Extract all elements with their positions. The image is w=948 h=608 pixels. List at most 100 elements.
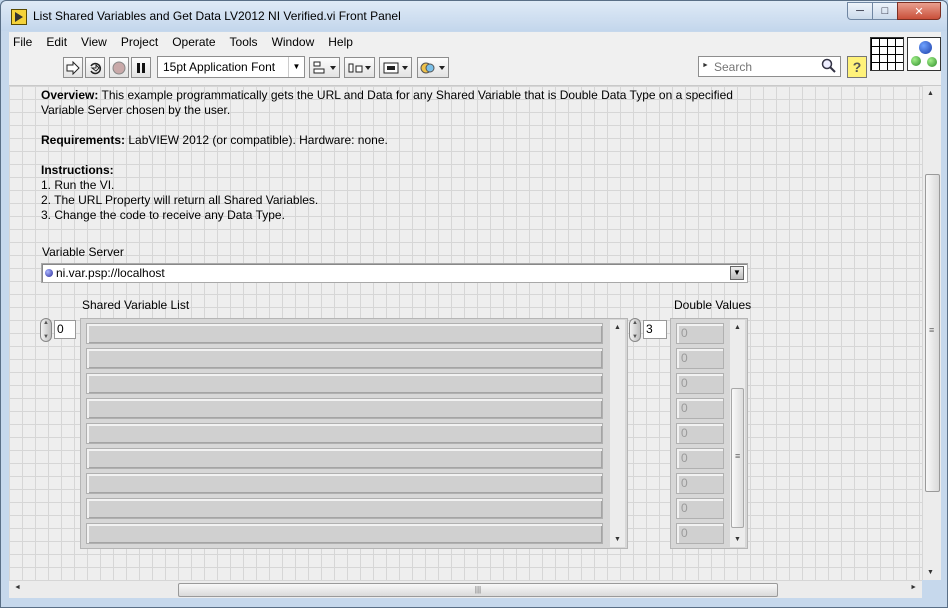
overview-text: Overview: This example programmatically … [41, 88, 761, 118]
numeric-element[interactable]: 0 [676, 398, 724, 419]
labview-vi-icon [11, 9, 27, 25]
variable-server-value: ni.var.psp://localhost [56, 266, 165, 280]
scroll-down-icon[interactable]: ▼ [730, 532, 745, 547]
menu-help[interactable]: Help [321, 32, 360, 52]
abort-icon[interactable] [109, 57, 129, 78]
grip-icon: ≡ [735, 451, 741, 461]
list-item[interactable] [86, 498, 603, 519]
chevron-down-icon[interactable]: ▼ [730, 266, 744, 280]
overview-body-2: Variable Server chosen by the user. [41, 103, 231, 117]
values-scrollbar[interactable]: ▲ ≡ ▼ [730, 320, 745, 547]
index-spinner[interactable] [40, 318, 52, 342]
search-icon[interactable] [821, 58, 836, 76]
close-button[interactable]: ✕ [897, 2, 941, 20]
numeric-element[interactable]: 0 [676, 448, 724, 469]
blue-ball-icon [919, 41, 932, 54]
index-spinner[interactable] [629, 318, 641, 342]
variable-server-ring[interactable]: ni.var.psp://localhost ▼ [41, 263, 748, 283]
green-ball-icon [911, 56, 921, 66]
scroll-down-icon[interactable]: ▼ [610, 532, 625, 547]
front-panel: Overview: This example programmatically … [9, 86, 922, 580]
list-scrollbar[interactable]: ▲ ▼ [610, 320, 625, 547]
maximize-button[interactable]: □ [872, 2, 898, 20]
instruction-step: 3. Change the code to receive any Data T… [41, 208, 285, 222]
requirements-label: Requirements: [41, 133, 126, 147]
list-item[interactable] [86, 398, 603, 419]
numeric-element[interactable]: 0 [676, 423, 724, 444]
instructions-label: Instructions: [41, 163, 114, 177]
overview-body: This example programmatically gets the U… [98, 88, 733, 102]
search-input[interactable] [714, 59, 814, 74]
search-box[interactable]: ► [698, 56, 841, 77]
menu-file[interactable]: File [9, 32, 39, 52]
double-values-label: Double Values [674, 298, 752, 312]
scroll-thumb[interactable]: ||| [178, 583, 778, 597]
list-item[interactable] [86, 448, 603, 469]
scroll-left-icon[interactable]: ◄ [14, 584, 21, 591]
requirements-body: LabVIEW 2012 (or compatible). Hardware: … [125, 133, 388, 147]
shared-variable-list-index[interactable]: 0 [54, 320, 76, 339]
instruction-step: 1. Run the VI. [41, 178, 115, 192]
numeric-element[interactable]: 0 [676, 523, 724, 544]
vi-icon[interactable] [907, 37, 941, 71]
requirements-text: Requirements: LabVIEW 2012 (or compatibl… [41, 133, 388, 148]
instruction-step: 2. The URL Property will return all Shar… [41, 193, 319, 207]
menu-bar: File Edit View Project Operate Tools Win… [9, 32, 941, 52]
list-item[interactable] [86, 373, 603, 394]
window-horizontal-scrollbar[interactable]: ◄ ||| ► [9, 580, 922, 598]
scroll-up-icon[interactable]: ▲ [927, 90, 934, 97]
list-item[interactable] [86, 473, 603, 494]
scroll-up-icon[interactable]: ▲ [610, 320, 625, 335]
align-objects-icon[interactable] [309, 57, 340, 78]
scroll-up-icon[interactable]: ▲ [730, 320, 745, 335]
scroll-thumb[interactable]: ≡ [731, 388, 744, 528]
numeric-element[interactable]: 0 [676, 348, 724, 369]
search-options-icon[interactable]: ► [702, 62, 709, 69]
font-dropdown[interactable]: 15pt Application Font ▼ [157, 56, 305, 78]
menu-view[interactable]: View [74, 32, 114, 52]
overview-label: Overview: [41, 88, 99, 102]
labview-window: List Shared Variables and Get Data LV201… [0, 0, 948, 608]
list-item[interactable] [86, 348, 603, 369]
grip-icon: ≡ [929, 325, 935, 335]
list-item[interactable] [86, 423, 603, 444]
title-bar[interactable]: List Shared Variables and Get Data LV201… [1, 1, 947, 31]
reorder-icon[interactable] [417, 57, 449, 78]
run-arrow-icon[interactable] [63, 57, 83, 78]
instructions-text: Instructions: 1. Run the VI. 2. The URL … [41, 163, 318, 223]
numeric-element[interactable]: 0 [676, 498, 724, 519]
scroll-thumb[interactable]: ≡ [925, 174, 940, 492]
variable-server-label: Variable Server [42, 245, 124, 259]
menu-window[interactable]: Window [265, 32, 322, 52]
numeric-element[interactable]: 0 [676, 323, 724, 344]
run-continuously-icon[interactable] [85, 57, 105, 78]
resize-objects-icon[interactable] [379, 57, 412, 78]
pause-icon[interactable] [131, 57, 151, 78]
numeric-element[interactable]: 0 [676, 373, 724, 394]
connector-pane[interactable] [870, 37, 904, 71]
font-dropdown-value: 15pt Application Font [163, 60, 276, 74]
shared-variable-list-label: Shared Variable List [82, 298, 190, 312]
shared-variable-list-array: ▲ ▼ [80, 318, 628, 549]
grip-icon: ||| [474, 585, 482, 594]
scroll-right-icon[interactable]: ► [910, 584, 917, 591]
list-item[interactable] [86, 523, 603, 544]
window-vertical-scrollbar[interactable]: ▲ ≡ ▼ [922, 86, 941, 580]
menu-project[interactable]: Project [114, 32, 165, 52]
scroll-down-icon[interactable]: ▼ [927, 569, 934, 576]
menu-edit[interactable]: Edit [39, 32, 74, 52]
green-ball-icon [927, 57, 937, 67]
numeric-element[interactable]: 0 [676, 473, 724, 494]
window-title: List Shared Variables and Get Data LV201… [33, 9, 401, 23]
list-item[interactable] [86, 323, 603, 344]
menu-tools[interactable]: Tools [223, 32, 265, 52]
toolbar: 15pt Application Font ▼ ► ? [9, 37, 941, 86]
distribute-objects-icon[interactable] [344, 57, 375, 78]
double-values-array: 0 0 0 0 0 0 0 0 0 ▲ ≡ ▼ [670, 318, 748, 549]
minimize-button[interactable]: ─ [847, 2, 873, 20]
context-help-button[interactable]: ? [847, 56, 867, 78]
terminal-dot-icon [45, 269, 53, 277]
double-values-index[interactable]: 3 [643, 320, 667, 339]
menu-operate[interactable]: Operate [165, 32, 222, 52]
chevron-down-icon: ▼ [288, 57, 304, 77]
